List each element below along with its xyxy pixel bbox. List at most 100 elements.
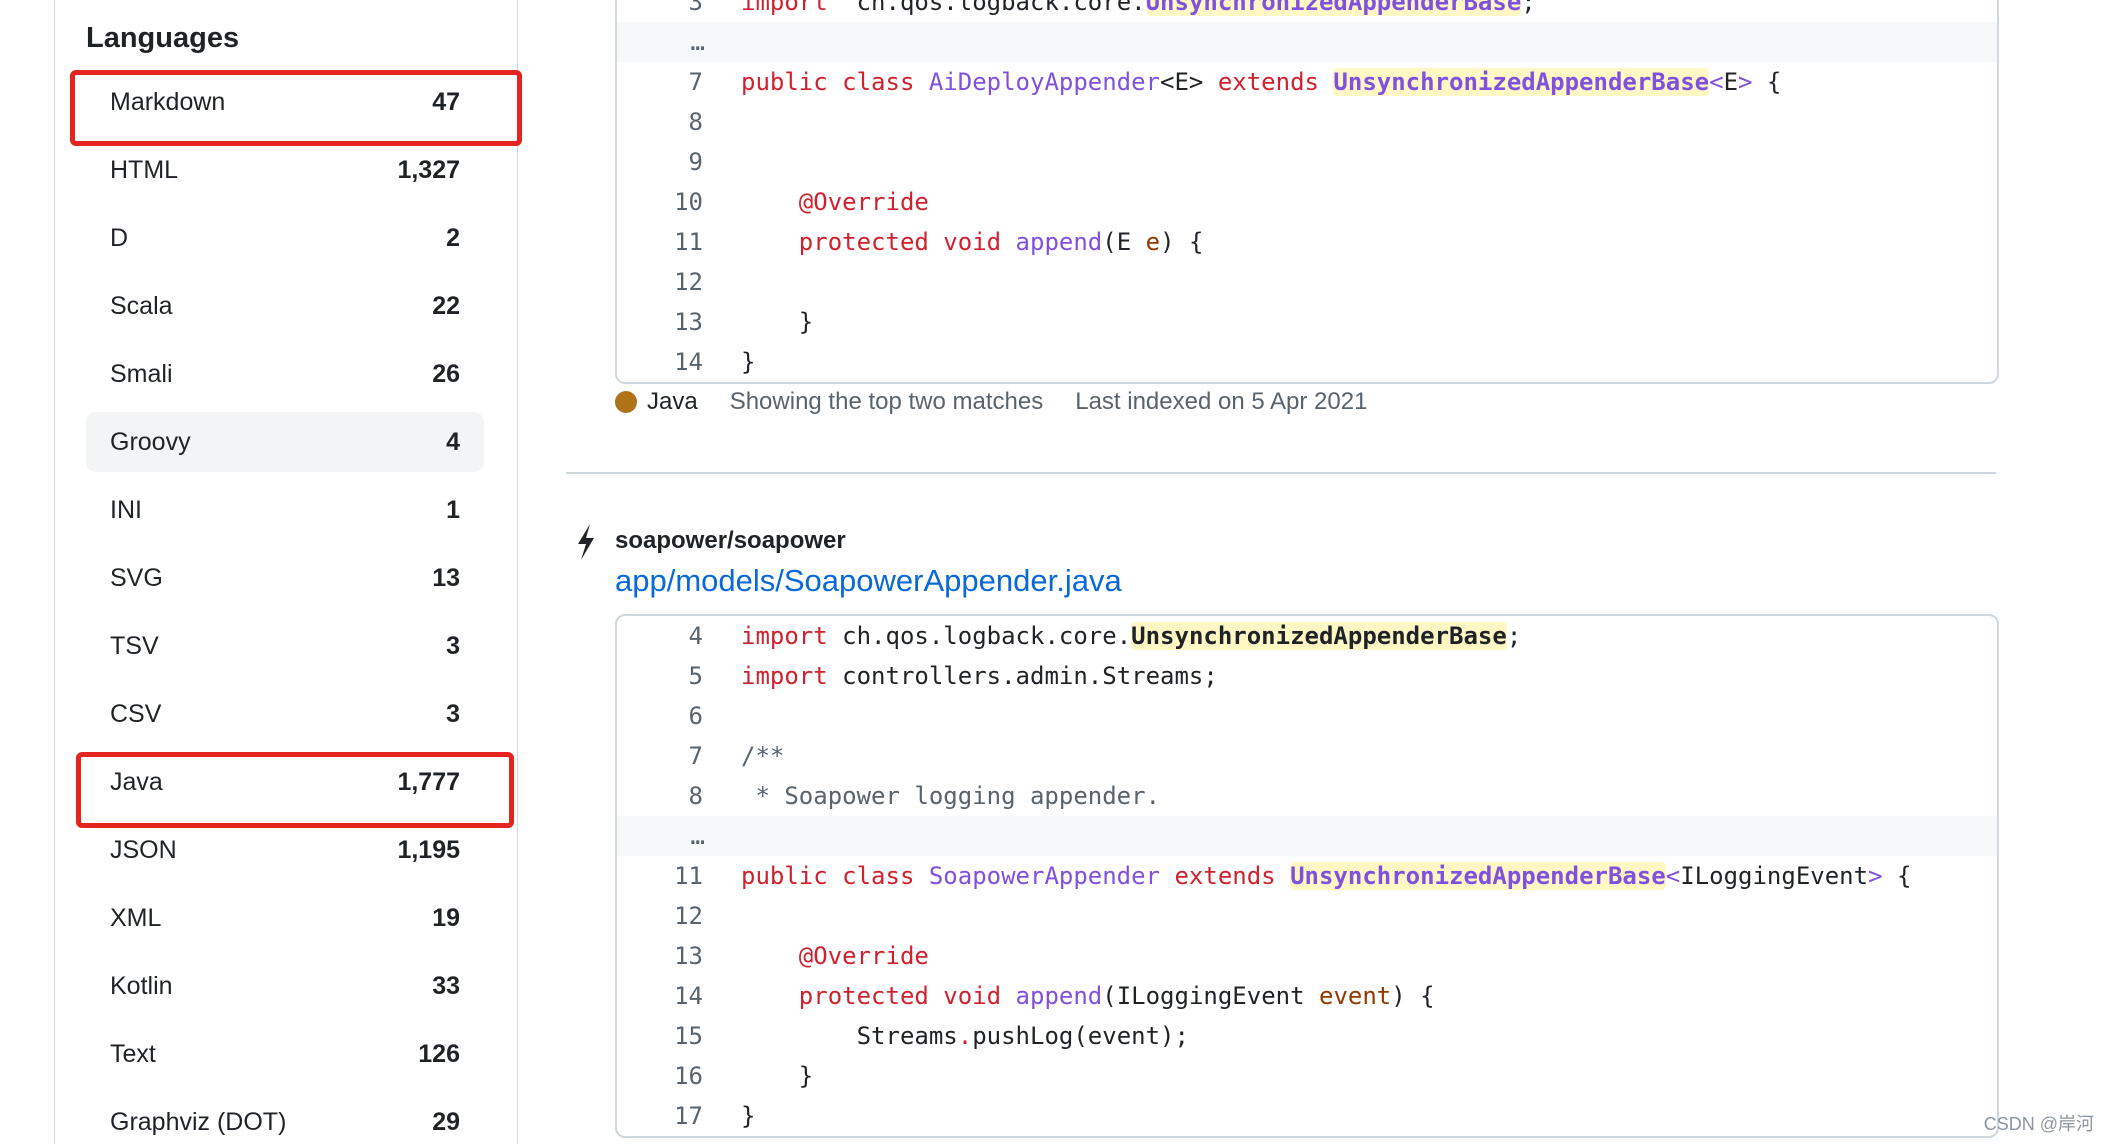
code-line: 12 [617, 896, 1997, 936]
last-indexed: Last indexed on 5 Apr 2021 [1075, 388, 1368, 415]
line-number[interactable]: 6 [617, 702, 703, 730]
code-line: 7 /** [617, 736, 1997, 776]
code-token: controllers.admin.Streams; [827, 662, 1218, 690]
line-number[interactable]: 9 [617, 148, 703, 176]
line-number[interactable]: 8 [617, 108, 703, 136]
language-filter-svg[interactable]: SVG 13 [86, 548, 484, 608]
language-filter-d[interactable]: D2 [86, 208, 484, 268]
language-count: 33 [432, 971, 460, 1000]
language-name: Graphviz (DOT) [110, 1107, 287, 1136]
language-count: 1 [446, 495, 460, 524]
code-line: 13 @Override [617, 936, 1997, 976]
code-line: 14} [617, 342, 1997, 382]
line-number[interactable]: 17 [617, 1102, 703, 1130]
line-code: } [703, 308, 813, 336]
language-filter-graphviz-dot[interactable]: Graphviz (DOT) 29 [86, 1092, 484, 1144]
code-line: 4 import ch.qos.logback.core.Unsynchroniz… [617, 616, 1997, 656]
line-number[interactable]: 16 [617, 1062, 703, 1090]
language-count: 29 [432, 1107, 460, 1136]
code-token: } [741, 1062, 814, 1090]
code-line: 6 [617, 696, 1997, 736]
code-token: e [1145, 228, 1161, 256]
collapsed-lines[interactable]: … [617, 22, 1997, 62]
language-filter-groovy[interactable]: Groovy 4 [86, 412, 484, 472]
code-line: 8 * Soapower logging appender. [617, 776, 1997, 816]
line-code: @Override [703, 188, 929, 216]
code-token: . [957, 1022, 973, 1050]
code-token: append [1015, 228, 1103, 256]
result-meta: Java Showing the top two matches Last in… [615, 388, 1367, 416]
code-token: * Soapower logging appender. [741, 782, 1161, 810]
code-token: event [1319, 982, 1392, 1010]
language-filter-kotlin[interactable]: Kotlin 33 [86, 956, 484, 1016]
languages-list: Markdown 47 HTML 1,327 D 2 Scala 22 Smali 26 Groov… [86, 72, 484, 1144]
code-token: pushLog(event); [972, 1022, 1189, 1050]
line-number[interactable]: 3 [617, 0, 703, 16]
language-count: 126 [418, 1039, 460, 1068]
language-name: Kotlin [110, 971, 173, 1000]
line-code: import ch.qos.logback.core.Unsynchronize… [703, 0, 1536, 16]
language-filter-markdown[interactable]: Markdown 47 [86, 72, 484, 132]
line-number[interactable]: 12 [617, 902, 703, 930]
code-token: > [1738, 68, 1753, 96]
language-name: Text [110, 1039, 156, 1068]
line-number[interactable]: … [617, 822, 705, 850]
line-number[interactable]: 13 [617, 308, 703, 336]
language-count: 19 [432, 903, 460, 932]
language-name: D [110, 223, 129, 252]
language-name: TSV [110, 631, 159, 660]
code-token: SoapowerAppender [928, 862, 1175, 890]
language-name: HTML [110, 155, 179, 184]
matches-info[interactable]: Showing the top two matches [730, 388, 1044, 416]
result-divider [566, 472, 1996, 474]
code-line: 3 import ch.qos.logback.core.Unsynchroniz… [617, 0, 1997, 22]
code-token: /** [741, 742, 785, 770]
line-number[interactable]: 12 [617, 268, 703, 296]
line-number[interactable]: 11 [617, 228, 703, 256]
language-count: 1,327 [397, 155, 460, 184]
search-match-highlight: UnsynchronizedAppenderBase [1333, 68, 1710, 96]
line-number[interactable]: 11 [617, 862, 703, 890]
collapsed-lines[interactable]: … [617, 816, 1997, 856]
language-filter-xml[interactable]: XML 19 [86, 888, 484, 948]
code-line: 17} [617, 1096, 1997, 1136]
language-filter-scala[interactable]: Scala 22 [86, 276, 484, 336]
line-number[interactable]: 8 [617, 782, 703, 810]
code-token: @Override [798, 942, 929, 970]
line-number[interactable]: 14 [617, 348, 703, 376]
line-number[interactable]: 13 [617, 942, 703, 970]
language-filter-json[interactable]: JSON 1,195 [86, 820, 484, 880]
code-token: protected void [798, 982, 1016, 1010]
language-filter-java[interactable]: Java 1,777 [86, 752, 484, 812]
repo-link[interactable]: soapower/soapower [615, 527, 846, 555]
file-link[interactable]: app/models/SoapowerAppender.java [615, 563, 1122, 599]
line-number[interactable]: 7 [617, 68, 703, 96]
code-token: ch.qos.logback.core. [827, 622, 1132, 650]
code-line: 10 @Override [617, 182, 1997, 222]
language-filter-csv[interactable]: CSV 3 [86, 684, 484, 744]
line-number[interactable]: 10 [617, 188, 703, 216]
language-count: 22 [432, 291, 460, 320]
line-number[interactable]: 14 [617, 982, 703, 1010]
language-filter-text[interactable]: Text 126 [86, 1024, 484, 1084]
line-number[interactable]: 4 [617, 622, 703, 650]
code-token: ) { [1391, 982, 1435, 1010]
line-code: @Override [703, 942, 929, 970]
language-filter-ini[interactable]: INI 1 [86, 480, 484, 540]
search-results-page: Languages Markdown 47 HTML 1,327 D 2 Scala 22 Sm… [0, 0, 2108, 1144]
watermark: CSDN @岸河 [1983, 1114, 2094, 1134]
code-token: AiDeployAppender [928, 68, 1161, 96]
line-number[interactable]: 7 [617, 742, 703, 770]
code-line: 16 } [617, 1056, 1997, 1096]
code-token: { [1882, 862, 1912, 890]
code-token: E [1723, 68, 1739, 96]
line-number[interactable]: … [617, 28, 705, 56]
language-filter-smali[interactable]: Smali 26 [86, 344, 484, 404]
line-number[interactable]: 15 [617, 1022, 703, 1050]
line-code: protected void append(E e) { [703, 228, 1204, 256]
code-line: 11 public class SoapowerAppender extends … [617, 856, 1997, 896]
line-number[interactable]: 5 [617, 662, 703, 690]
language-filter-html[interactable]: HTML 1,327 [86, 140, 484, 200]
language-filter-tsv[interactable]: TSV 3 [86, 616, 484, 676]
